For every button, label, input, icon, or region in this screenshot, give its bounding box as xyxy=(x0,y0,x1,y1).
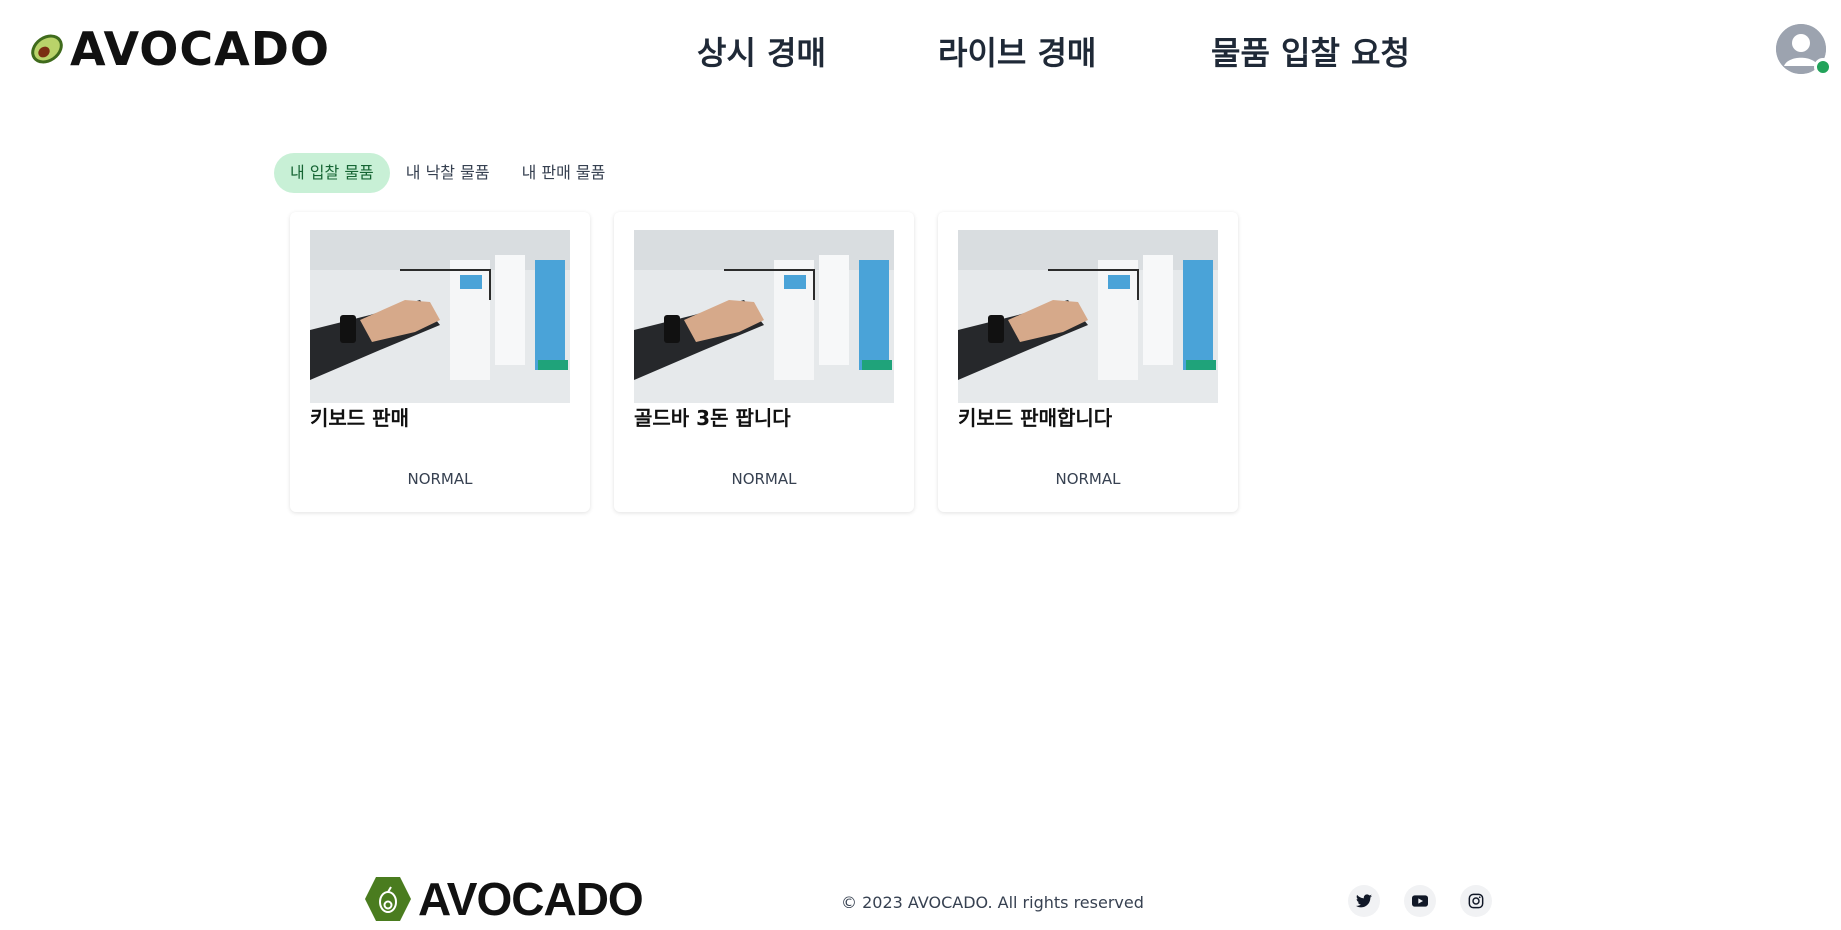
nav-item-always-auction[interactable]: 상시 경매 xyxy=(697,28,826,74)
copyright-text: © 2023 AVOCADO. All rights reserved xyxy=(841,893,1144,912)
item-card[interactable]: 골드바 3돈 팝니다 NORMAL xyxy=(614,212,914,512)
youtube-link[interactable] xyxy=(1404,885,1436,917)
instagram-link[interactable] xyxy=(1460,885,1492,917)
header: AVOCADO 상시 경매 라이브 경매 물품 입찰 요청 xyxy=(0,0,1841,100)
item-card[interactable]: 키보드 판매합니다 NORMAL xyxy=(938,212,1238,512)
twitter-icon xyxy=(1356,894,1372,908)
item-status: NORMAL xyxy=(731,470,797,488)
item-title: 키보드 판매합니다 xyxy=(958,406,1113,430)
footer-logo[interactable]: AVOCADO xyxy=(364,873,644,925)
youtube-icon xyxy=(1412,895,1428,907)
tab-my-won[interactable]: 내 낙찰 물품 xyxy=(390,153,506,193)
tab-my-bids[interactable]: 내 입찰 물품 xyxy=(274,153,390,193)
nav-item-live-auction[interactable]: 라이브 경매 xyxy=(938,28,1096,74)
footer-logo-text: AVOCADO xyxy=(418,873,644,925)
item-image xyxy=(958,230,1218,403)
nav-item-bid-request[interactable]: 물품 입찰 요청 xyxy=(1211,28,1410,74)
item-status: NORMAL xyxy=(1055,470,1121,488)
item-card-list: 키보드 판매 NORMAL 골드바 3돈 팝니다 NORMAL 키보드 판매합니… xyxy=(290,212,1238,512)
item-title: 키보드 판매 xyxy=(310,406,409,430)
item-image xyxy=(310,230,570,403)
avocado-hexagon-icon xyxy=(365,877,411,921)
item-card[interactable]: 키보드 판매 NORMAL xyxy=(290,212,590,512)
twitter-link[interactable] xyxy=(1348,885,1380,917)
instagram-icon xyxy=(1468,893,1484,909)
item-image xyxy=(634,230,894,403)
item-status: NORMAL xyxy=(407,470,473,488)
item-title: 골드바 3돈 팝니다 xyxy=(634,406,791,430)
main-nav: 상시 경매 라이브 경매 물품 입찰 요청 xyxy=(0,28,1841,72)
online-status-dot xyxy=(1814,58,1832,76)
tab-my-sales[interactable]: 내 판매 물품 xyxy=(506,153,622,193)
tab-bar: 내 입찰 물품 내 낙찰 물품 내 판매 물품 xyxy=(274,153,621,193)
